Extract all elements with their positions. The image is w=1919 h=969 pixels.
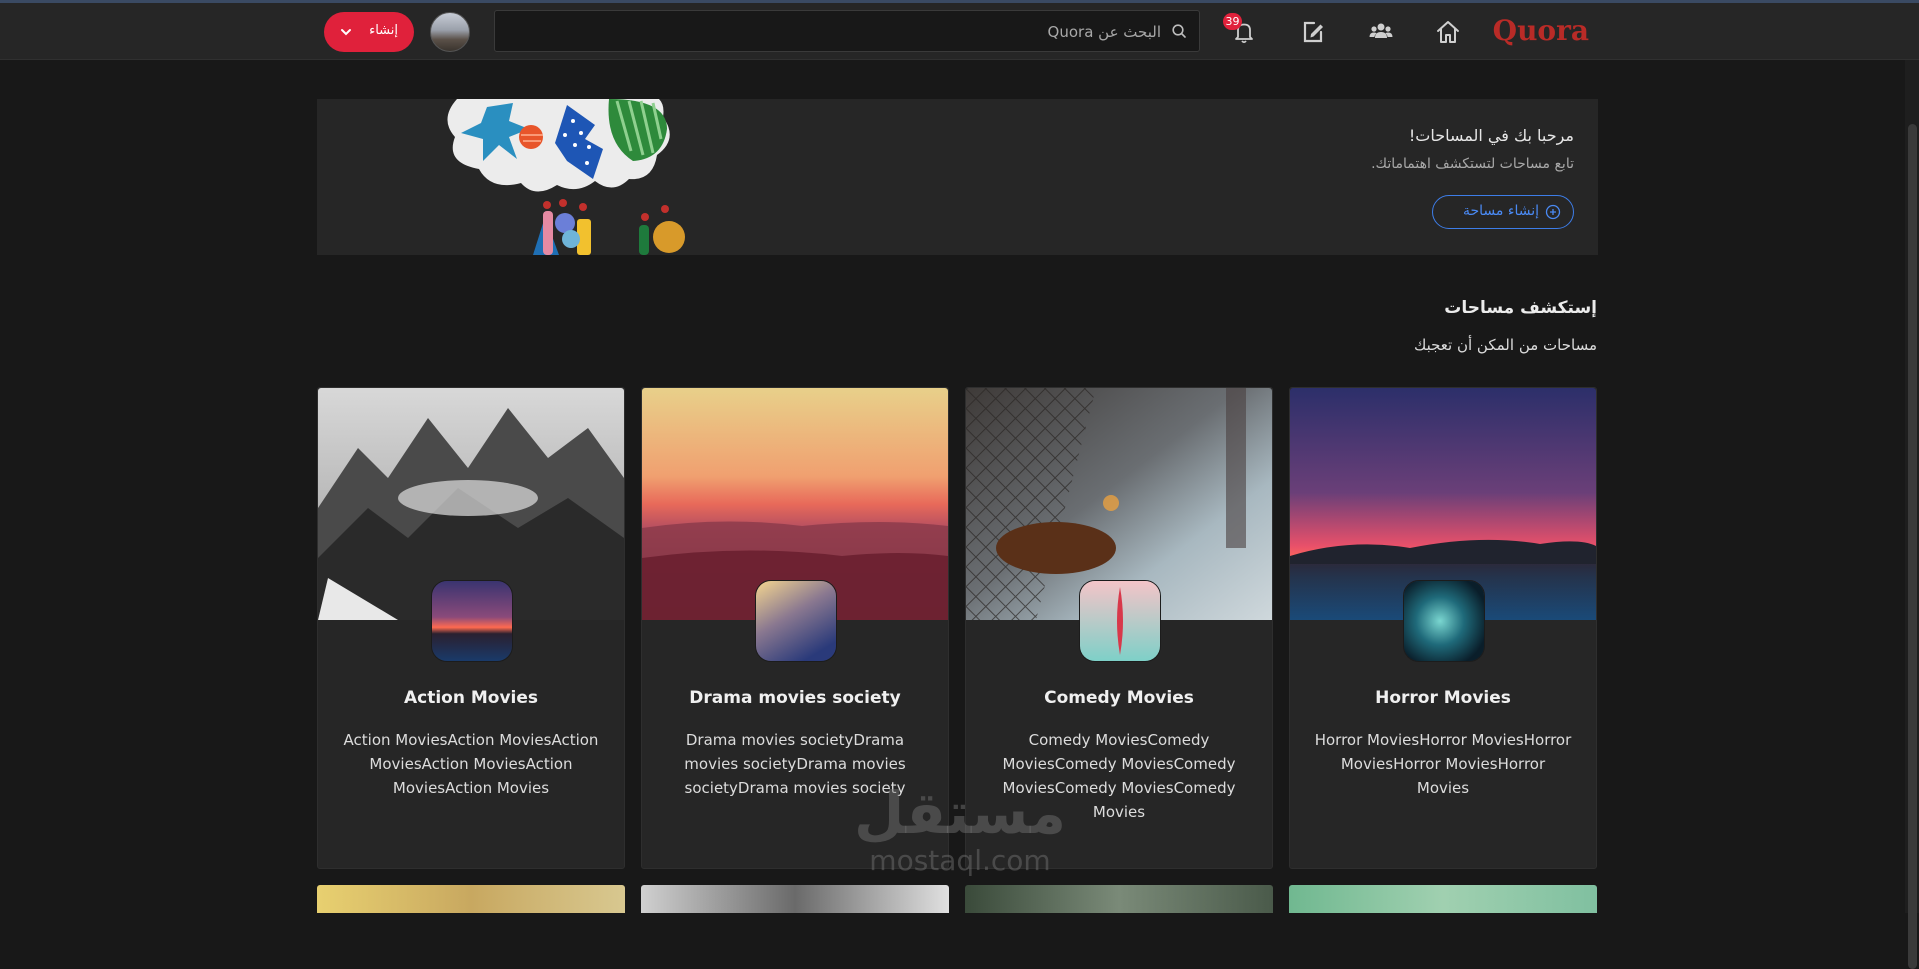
page-scrollbar[interactable]	[1905, 60, 1919, 969]
space-name[interactable]: Horror Movies	[1290, 688, 1596, 708]
scrollbar-thumb[interactable]	[1908, 124, 1917, 969]
space-thumbnail	[1079, 580, 1161, 662]
spaces-welcome-banner: مرحبا بك في المساحات! تابع مساحات لتستكش…	[317, 99, 1598, 255]
space-thumbnail	[431, 580, 513, 662]
spaces-illustration	[447, 99, 685, 255]
home-icon[interactable]	[1433, 17, 1463, 47]
banner-title: مرحبا بك في المساحات!	[1408, 126, 1574, 145]
banner-subtitle: تابع مساحات لتستكشف اهتماماتك.	[1371, 156, 1574, 172]
chevron-down-icon	[341, 29, 351, 36]
space-card-action-movies[interactable]: Action Movies Action MoviesAction Movies…	[317, 387, 625, 869]
write-answer-icon[interactable]	[1298, 17, 1328, 47]
space-card-comedy-movies[interactable]: Comedy Movies Comedy MoviesComedy Movies…	[965, 387, 1273, 869]
create-button[interactable]: إنشاء	[324, 12, 414, 52]
discover-spaces-title: إستكشف مساحات	[1444, 298, 1597, 318]
notifications-badge: 39	[1223, 13, 1242, 30]
spaces-people-icon[interactable]	[1366, 17, 1396, 47]
space-thumbnail	[755, 580, 837, 662]
space-description: Comedy MoviesComedy MoviesComedy MoviesC…	[1002, 731, 1236, 821]
space-card-partial[interactable]	[641, 885, 949, 913]
user-avatar[interactable]	[430, 12, 470, 52]
space-name[interactable]: Drama movies society	[642, 688, 948, 708]
space-card-drama-movies-society[interactable]: Drama movies society Drama movies societ…	[641, 387, 949, 869]
space-name[interactable]: Action Movies	[318, 688, 624, 708]
search-input[interactable]	[519, 11, 1163, 53]
top-navigation-bar: Quora 39 إنشاء	[0, 3, 1919, 60]
quora-logo[interactable]: Quora	[1493, 15, 1589, 47]
create-space-button[interactable]: إنشاء مساحة	[1432, 195, 1574, 229]
search-icon	[1172, 24, 1186, 38]
plus-circle-icon	[1545, 204, 1561, 220]
notifications-bell-icon[interactable]: 39	[1223, 13, 1259, 47]
space-description: Action MoviesAction MoviesAction MoviesA…	[343, 731, 599, 797]
space-name[interactable]: Comedy Movies	[966, 688, 1272, 708]
space-thumbnail	[1403, 580, 1485, 662]
space-card-partial[interactable]	[965, 885, 1273, 913]
search-box[interactable]	[494, 10, 1200, 53]
space-card-horror-movies[interactable]: Horror Movies Horror MoviesHorror Movies…	[1289, 387, 1597, 869]
create-button-label: إنشاء	[369, 23, 398, 38]
discover-spaces-subtitle: مساحات من المكن أن تعجبك	[1413, 336, 1597, 354]
space-card-partial[interactable]	[317, 885, 625, 913]
create-space-label: إنشاء مساحة	[1463, 203, 1539, 219]
space-card-partial[interactable]	[1289, 885, 1597, 913]
space-description: Drama movies societyDrama movies society…	[684, 731, 906, 797]
space-description: Horror MoviesHorror MoviesHorror MoviesH…	[1314, 731, 1572, 797]
